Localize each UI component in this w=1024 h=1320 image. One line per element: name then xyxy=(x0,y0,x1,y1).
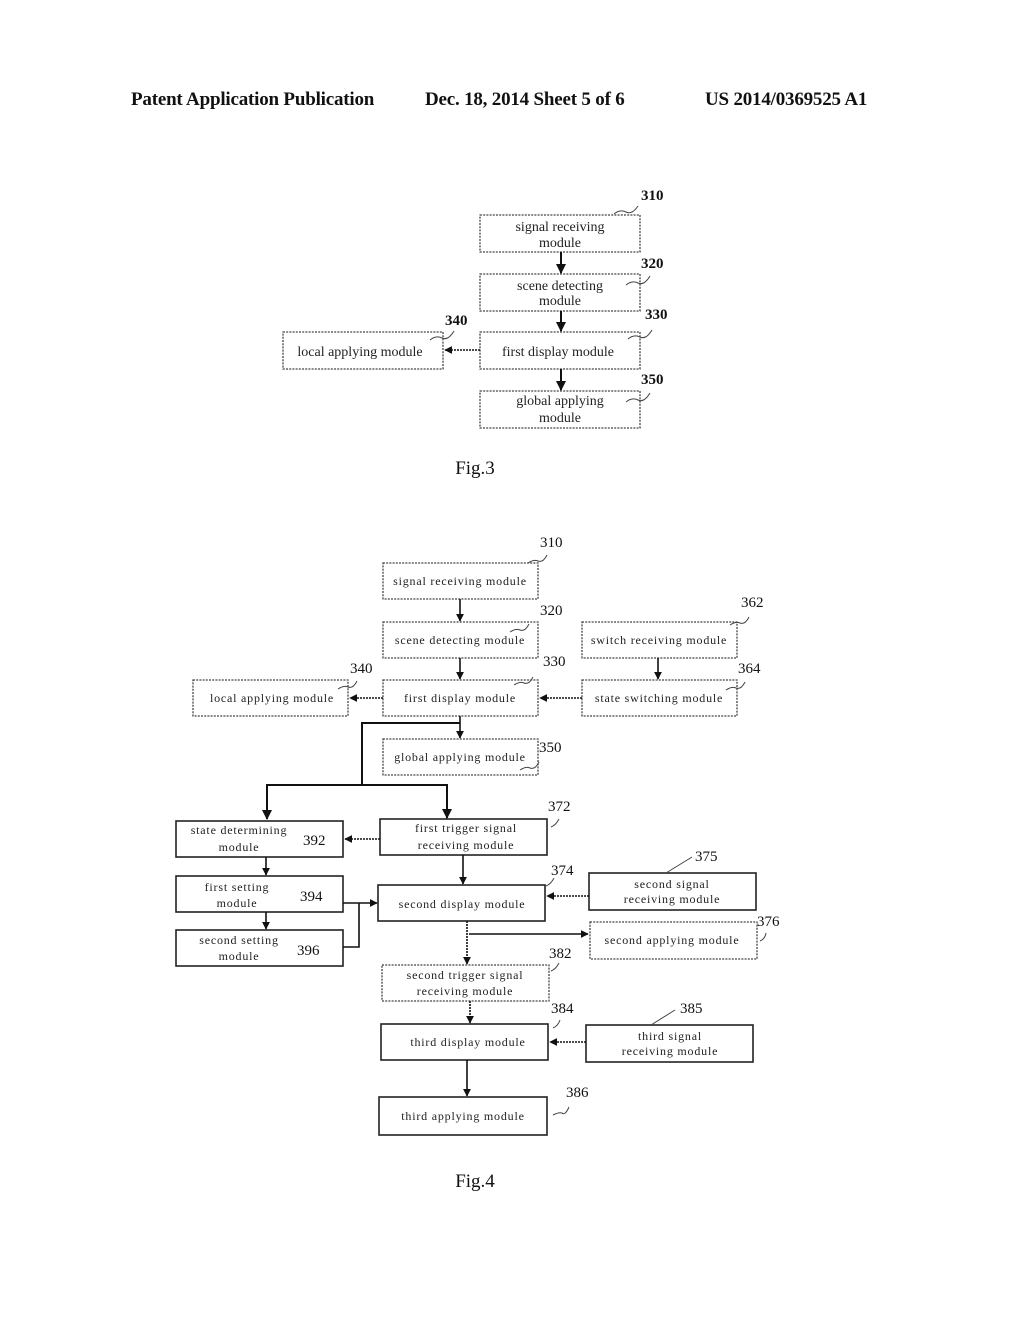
fig3-module-330: first display module 330 xyxy=(479,307,668,370)
fig4-label-384: third display module xyxy=(410,1035,525,1049)
fig4-label-392-line1: state determining xyxy=(191,823,288,837)
fig3-label-350-line1: global applying xyxy=(516,394,604,409)
fig4-ref-386: 386 xyxy=(566,1085,589,1101)
fig4-module-392: state determining module 392 xyxy=(175,820,344,858)
fig4-label-372-line1: first trigger signal xyxy=(415,821,517,835)
fig4-label-330: first display module xyxy=(404,691,516,705)
fig3-label-320-line1: scene detecting xyxy=(517,279,603,294)
fig3-ref-310: 310 xyxy=(641,188,664,204)
fig4-ref-372: 372 xyxy=(548,799,571,815)
fig4-module-350: global applying module 350 xyxy=(382,738,562,776)
fig4-line-396-374 xyxy=(343,903,360,948)
fig3-ref-320: 320 xyxy=(641,256,664,272)
figure-4: signal receiving module 310 scene detect… xyxy=(175,535,780,1192)
fig3-ref-340: 340 xyxy=(445,313,468,329)
fig3-label-330: first display module xyxy=(502,345,614,360)
fig4-label-374: second display module xyxy=(399,897,526,911)
fig4-ref-376: 376 xyxy=(757,914,780,930)
fig3-ref-350: 350 xyxy=(641,372,664,388)
fig4-leader-362 xyxy=(729,616,750,626)
fig4-leader-385 xyxy=(650,1009,676,1026)
fig4-label-394-line1: first setting xyxy=(205,880,270,894)
fig4-label-385-line2: receiving module xyxy=(622,1044,718,1058)
fig4-label-375-line1: second signal xyxy=(634,877,709,891)
fig4-ref-392: 392 xyxy=(303,833,326,849)
fig4-ref-394: 394 xyxy=(300,889,323,905)
fig4-ref-364: 364 xyxy=(738,661,761,677)
fig4-label-310: signal receiving module xyxy=(393,574,527,588)
fig4-label-394-line2: module xyxy=(217,896,258,910)
patent-figures: signal receiving module 310 scene detect… xyxy=(175,188,780,1192)
fig4-label-375-line2: receiving module xyxy=(624,892,720,906)
fig4-leader-386 xyxy=(552,1106,570,1116)
fig4-ref-340: 340 xyxy=(350,661,373,677)
fig4-leader-310 xyxy=(527,554,548,564)
fig4-leader-382 xyxy=(550,962,560,972)
fig4-module-320: scene detecting module 320 xyxy=(382,603,563,659)
fig4-caption: Fig.4 xyxy=(455,1171,495,1192)
fig3-label-310-line1: signal receiving xyxy=(515,220,604,235)
fig4-module-364: state switching module 364 xyxy=(581,661,761,717)
fig4-leader-376 xyxy=(759,932,767,942)
fig3-label-320-line2: module xyxy=(539,294,581,309)
fig4-module-382: second trigger signal receiving module 3… xyxy=(381,946,572,1002)
fig4-module-376: second applying module 376 xyxy=(589,914,780,960)
fig4-ref-310: 310 xyxy=(540,535,563,551)
fig4-leader-372 xyxy=(550,818,560,828)
fig4-leader-374 xyxy=(545,877,555,887)
fig3-module-310: signal receiving module 310 xyxy=(479,188,664,253)
fig4-ref-350: 350 xyxy=(539,740,562,756)
fig4-module-396: second setting module 396 xyxy=(175,929,344,967)
fig4-label-385-line1: third signal xyxy=(638,1029,702,1043)
fig4-label-382-line1: second trigger signal xyxy=(407,968,524,982)
fig4-label-386: third applying module xyxy=(401,1109,524,1123)
fig4-module-384: third display module 384 xyxy=(380,1001,574,1061)
fig4-label-350: global applying module xyxy=(394,750,526,764)
fig4-label-364: state switching module xyxy=(595,691,723,705)
fig4-module-330: first display module 330 xyxy=(382,654,566,717)
fig4-label-392-line2: module xyxy=(219,840,260,854)
fig4-label-396-line1: second setting xyxy=(199,933,279,947)
fig3-caption: Fig.3 xyxy=(455,458,495,479)
fig4-leader-384 xyxy=(552,1019,561,1029)
fig4-branch-split xyxy=(266,784,448,818)
fig4-label-320: scene detecting module xyxy=(395,633,525,647)
fig4-label-372-line2: receiving module xyxy=(418,838,514,852)
fig4-ref-384: 384 xyxy=(551,1001,574,1017)
fig4-module-340: local applying module 340 xyxy=(192,661,373,717)
fig3-label-350-line2: module xyxy=(539,411,581,426)
fig4-module-362: switch receiving module 362 xyxy=(581,595,764,659)
figure-3: signal receiving module 310 scene detect… xyxy=(282,188,668,479)
fig4-module-374: second display module 374 xyxy=(377,863,574,922)
fig3-module-350: global applying module 350 xyxy=(479,372,664,429)
fig4-module-385: third signal receiving module 385 xyxy=(585,1001,754,1063)
fig4-module-310: signal receiving module 310 xyxy=(382,535,563,600)
fig4-label-362: switch receiving module xyxy=(591,633,727,647)
fig4-ref-382: 382 xyxy=(549,946,572,962)
fig4-label-396-line2: module xyxy=(219,949,260,963)
fig4-module-372: first trigger signal receiving module 37… xyxy=(379,799,571,856)
fig4-label-376: second applying module xyxy=(605,933,740,947)
fig3-label-310-line2: module xyxy=(539,236,581,251)
fig4-label-340: local applying module xyxy=(210,691,334,705)
fig4-ref-320: 320 xyxy=(540,603,563,619)
fig4-ref-396: 396 xyxy=(297,943,320,959)
fig4-ref-375-label: 375 xyxy=(695,849,718,865)
fig4-ref-385: 385 xyxy=(680,1001,703,1017)
fig4-label-382-line2: receiving module xyxy=(417,984,513,998)
fig4-ref-362: 362 xyxy=(741,595,764,611)
fig4-module-386: third applying module 386 xyxy=(378,1085,589,1136)
fig4-ref-374: 374 xyxy=(551,863,574,879)
fig3-module-340: local applying module 340 xyxy=(282,313,468,370)
fig3-label-340: local applying module xyxy=(297,345,422,360)
fig3-leader-310 xyxy=(613,205,639,215)
fig4-module-375: second signal receiving module 376 375 xyxy=(588,849,757,911)
fig4-leader-375 xyxy=(665,856,693,874)
fig3-ref-330: 330 xyxy=(645,307,668,323)
fig4-module-394: first setting module 394 xyxy=(175,875,344,913)
fig4-ref-330: 330 xyxy=(543,654,566,670)
fig3-module-320: scene detecting module 320 xyxy=(479,256,664,312)
